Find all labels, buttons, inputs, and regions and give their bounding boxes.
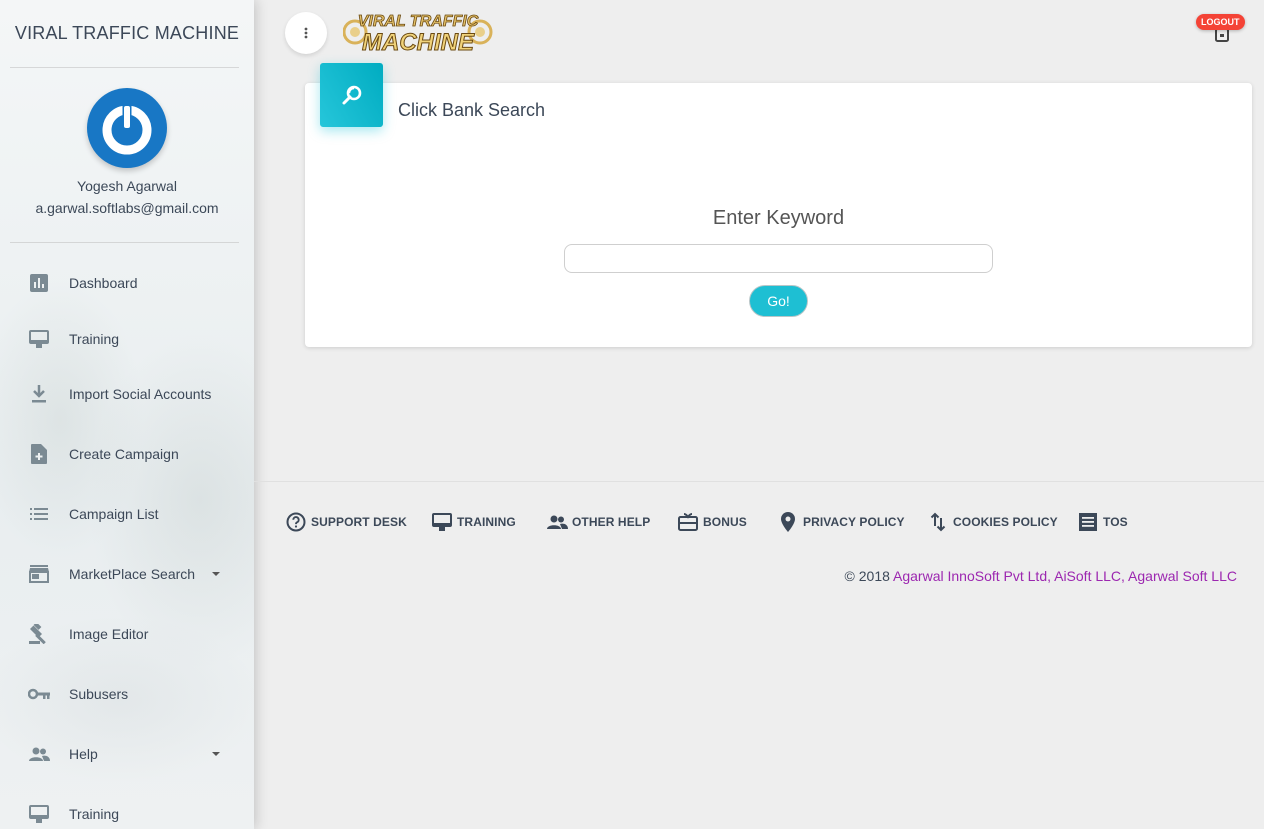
- card-title: Click Bank Search: [398, 100, 546, 120]
- user-name: Yogesh Agarwal: [77, 178, 177, 194]
- monitor-icon: [431, 511, 453, 533]
- sidebar-item-campaign-list[interactable]: Campaign List: [0, 494, 254, 534]
- bar-chart-icon: [28, 272, 50, 294]
- footer-link-label: SUPPORT DESK: [311, 515, 407, 529]
- user-email: a.garwal.softlabs@gmail.com: [35, 200, 219, 216]
- gavel-icon: [28, 623, 50, 645]
- store-icon: [28, 563, 50, 585]
- footer-link-label: TRAINING: [457, 515, 516, 529]
- footer-link-training[interactable]: TRAINING: [431, 510, 516, 534]
- keyword-input[interactable]: [564, 244, 993, 273]
- sidebar-item-create-campaign[interactable]: Create Campaign: [0, 434, 254, 474]
- footer-link-label: PRIVACY POLICY: [803, 515, 905, 529]
- brand-title[interactable]: VIRAL TRAFFIC MACHINE: [0, 0, 254, 67]
- go-button[interactable]: Go!: [749, 285, 808, 317]
- more-vertical-icon: [304, 27, 308, 39]
- help-circle-icon: [285, 511, 307, 533]
- footer-link-other-help[interactable]: OTHER HELP: [546, 510, 650, 534]
- svg-text:MACHINE: MACHINE: [362, 29, 475, 56]
- menu-button[interactable]: [285, 12, 327, 54]
- receipt-icon: [1077, 511, 1099, 533]
- logo-image: VIRAL TRAFFIC MACHINE: [342, 13, 493, 57]
- location-pin-icon: [777, 511, 799, 533]
- svg-text:VIRAL TRAFFIC: VIRAL TRAFFIC: [358, 13, 479, 30]
- people-icon: [546, 511, 568, 533]
- sidebar-item-marketplace-search[interactable]: MarketPlace Search: [0, 554, 254, 594]
- sidebar: VIRAL TRAFFIC MACHINE Yogesh Agarwal a.g…: [0, 0, 254, 829]
- footer-link-label: OTHER HELP: [572, 515, 651, 529]
- list-icon: [28, 503, 50, 525]
- copyright-prefix: © 2018: [844, 568, 894, 584]
- sidebar-item-label: Help: [69, 746, 98, 762]
- logo[interactable]: VIRAL TRAFFIC MACHINE: [342, 6, 493, 57]
- footer-link-cookies-policy[interactable]: COOKIES POLICY: [927, 510, 1058, 534]
- footer-link-privacy-policy[interactable]: PRIVACY POLICY: [777, 510, 905, 534]
- power-icon: [102, 104, 152, 155]
- sidebar-item-subusers[interactable]: Subusers: [0, 674, 254, 714]
- sidebar-item-training-2[interactable]: Training: [0, 794, 254, 829]
- sidebar-item-label: Image Editor: [69, 626, 149, 642]
- company-link[interactable]: Agarwal InnoSoft Pvt Ltd, AiSoft LLC, Ag…: [893, 568, 1237, 584]
- footer-divider: [254, 481, 1264, 482]
- swap-vert-icon: [927, 511, 949, 533]
- footer-link-support-desk[interactable]: SUPPORT DESK: [285, 510, 407, 534]
- chevron-down-icon: [212, 572, 220, 576]
- sidebar-item-label: Campaign List: [69, 506, 159, 522]
- sidebar-item-label: Training: [69, 806, 120, 822]
- avatar[interactable]: [87, 88, 167, 168]
- add-file-icon: [28, 443, 50, 465]
- sidebar-item-dashboard[interactable]: Dashboard: [0, 263, 254, 303]
- sidebar-item-label: MarketPlace Search: [69, 566, 196, 582]
- footer-link-tos[interactable]: TOS: [1077, 510, 1128, 534]
- gift-card-icon: [677, 511, 699, 533]
- sidebar-item-label: Dashboard: [69, 275, 138, 291]
- sidebar-item-training[interactable]: Training: [0, 319, 254, 359]
- sidebar-item-import-social-accounts[interactable]: Import Social Accounts: [0, 374, 254, 414]
- sidebar-item-label: Subusers: [69, 686, 129, 702]
- footer-link-label: TOS: [1103, 515, 1128, 529]
- people-icon: [28, 743, 50, 765]
- footer-link-label: COOKIES POLICY: [953, 515, 1058, 529]
- sidebar-item-label: Training: [69, 331, 120, 347]
- key-icon: [28, 683, 50, 705]
- download-icon: [28, 383, 50, 405]
- footer-link-label: BONUS: [703, 515, 747, 529]
- sidebar-item-image-editor[interactable]: Image Editor: [0, 614, 254, 654]
- footer-link-bonus[interactable]: BONUS: [677, 510, 747, 534]
- sidebar-divider: [10, 242, 239, 243]
- logout-control: LOGOUT: [1196, 14, 1245, 47]
- search-icon: [342, 85, 361, 105]
- monitor-icon: [28, 328, 50, 350]
- logout-button[interactable]: LOGOUT: [1196, 14, 1245, 30]
- sidebar-item-label: Create Campaign: [69, 446, 179, 462]
- card-header-icon: [320, 63, 383, 127]
- monitor-icon: [28, 803, 50, 825]
- sidebar-item-label: Import Social Accounts: [69, 386, 212, 402]
- sidebar-item-help[interactable]: Help: [0, 734, 254, 774]
- keyword-label: Enter Keyword: [712, 207, 845, 229]
- user-panel: Yogesh Agarwal a.garwal.softlabs@gmail.c…: [0, 68, 254, 242]
- copyright: © 2018 Agarwal InnoSoft Pvt Ltd, AiSoft …: [845, 568, 1237, 584]
- chevron-down-icon: [212, 752, 220, 756]
- exit-icon[interactable]: [1215, 28, 1229, 47]
